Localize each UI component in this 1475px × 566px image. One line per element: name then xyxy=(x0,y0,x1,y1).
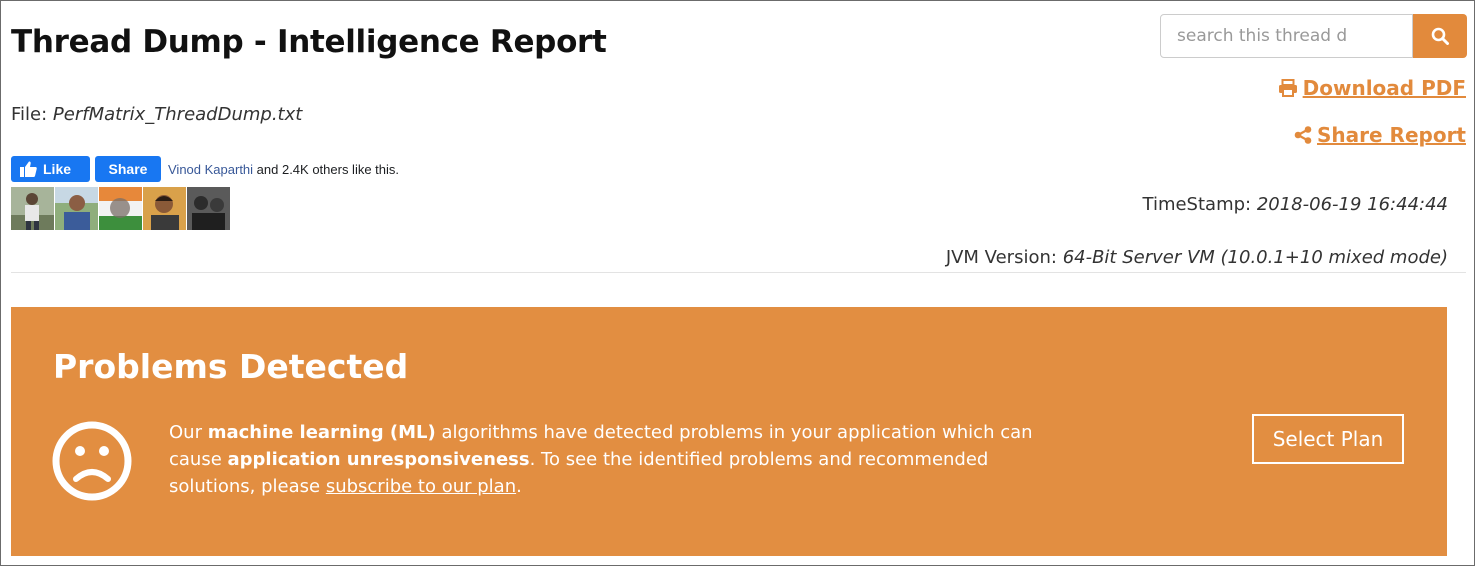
facebook-share-button[interactable]: Share xyxy=(95,156,161,182)
banner-message: Our machine learning (ML) algorithms hav… xyxy=(169,419,1069,500)
jvm-version-label: JVM Version: xyxy=(945,247,1057,268)
facebook-friend-avatars xyxy=(11,187,230,230)
avatar[interactable] xyxy=(143,187,186,230)
avatar[interactable] xyxy=(187,187,230,230)
subscribe-link[interactable]: subscribe to our plan xyxy=(326,476,516,497)
printer-icon xyxy=(1278,79,1297,97)
share-icon xyxy=(1294,126,1312,144)
timestamp-info: TimeStamp: 2018-06-19 16:44:44 xyxy=(1143,194,1449,215)
jvm-version-info: JVM Version: 64-Bit Server VM (10.0.1+10… xyxy=(946,247,1448,268)
banner-msg-bold: application unresponsiveness xyxy=(227,449,530,470)
search-input[interactable] xyxy=(1160,14,1413,58)
avatar[interactable] xyxy=(11,187,54,230)
timestamp-label: TimeStamp: xyxy=(1142,194,1252,215)
facebook-share-label: Share xyxy=(108,161,148,177)
banner-msg-bold: machine learning (ML) xyxy=(207,422,436,443)
timestamp-value: 2018-06-19 16:44:44 xyxy=(1256,194,1448,215)
search-button[interactable] xyxy=(1413,14,1467,58)
file-info: File: PerfMatrix_ThreadDump.txt xyxy=(11,104,302,125)
file-label: File: xyxy=(11,104,48,125)
header-divider xyxy=(11,272,1466,273)
page-title: Thread Dump - Intelligence Report xyxy=(11,24,607,60)
avatar[interactable] xyxy=(99,187,142,230)
problems-detected-banner: Problems Detected Our machine learning (… xyxy=(11,307,1447,556)
share-report-label: Share Report xyxy=(1317,123,1466,147)
share-report-link[interactable]: Share Report xyxy=(1294,123,1466,147)
facebook-widget: Like Share Vinod Kaparthi and 2.4K other… xyxy=(11,156,399,182)
banner-title: Problems Detected xyxy=(53,347,409,386)
facebook-like-label: Like xyxy=(43,161,72,177)
file-name: PerfMatrix_ThreadDump.txt xyxy=(52,104,303,125)
download-pdf-label: Download PDF xyxy=(1302,76,1466,100)
search-bar xyxy=(1160,14,1467,58)
download-pdf-link[interactable]: Download PDF xyxy=(1278,76,1466,100)
facebook-like-button[interactable]: Like xyxy=(11,156,90,182)
thumbs-up-icon xyxy=(20,161,37,177)
sad-face-icon xyxy=(52,421,132,501)
facebook-like-suffix: and 2.4K others like this. xyxy=(253,161,400,177)
facebook-like-count: Vinod Kaparthi and 2.4K others like this… xyxy=(168,162,399,177)
banner-msg-part: . xyxy=(516,476,522,497)
facebook-friend-link[interactable]: Vinod Kaparthi xyxy=(168,162,253,177)
banner-msg-part: Our xyxy=(169,422,208,443)
jvm-version-value: 64-Bit Server VM (10.0.1+10 mixed mode) xyxy=(1062,247,1448,268)
select-plan-button[interactable]: Select Plan xyxy=(1252,414,1404,464)
avatar[interactable] xyxy=(55,187,98,230)
search-icon xyxy=(1431,27,1449,45)
